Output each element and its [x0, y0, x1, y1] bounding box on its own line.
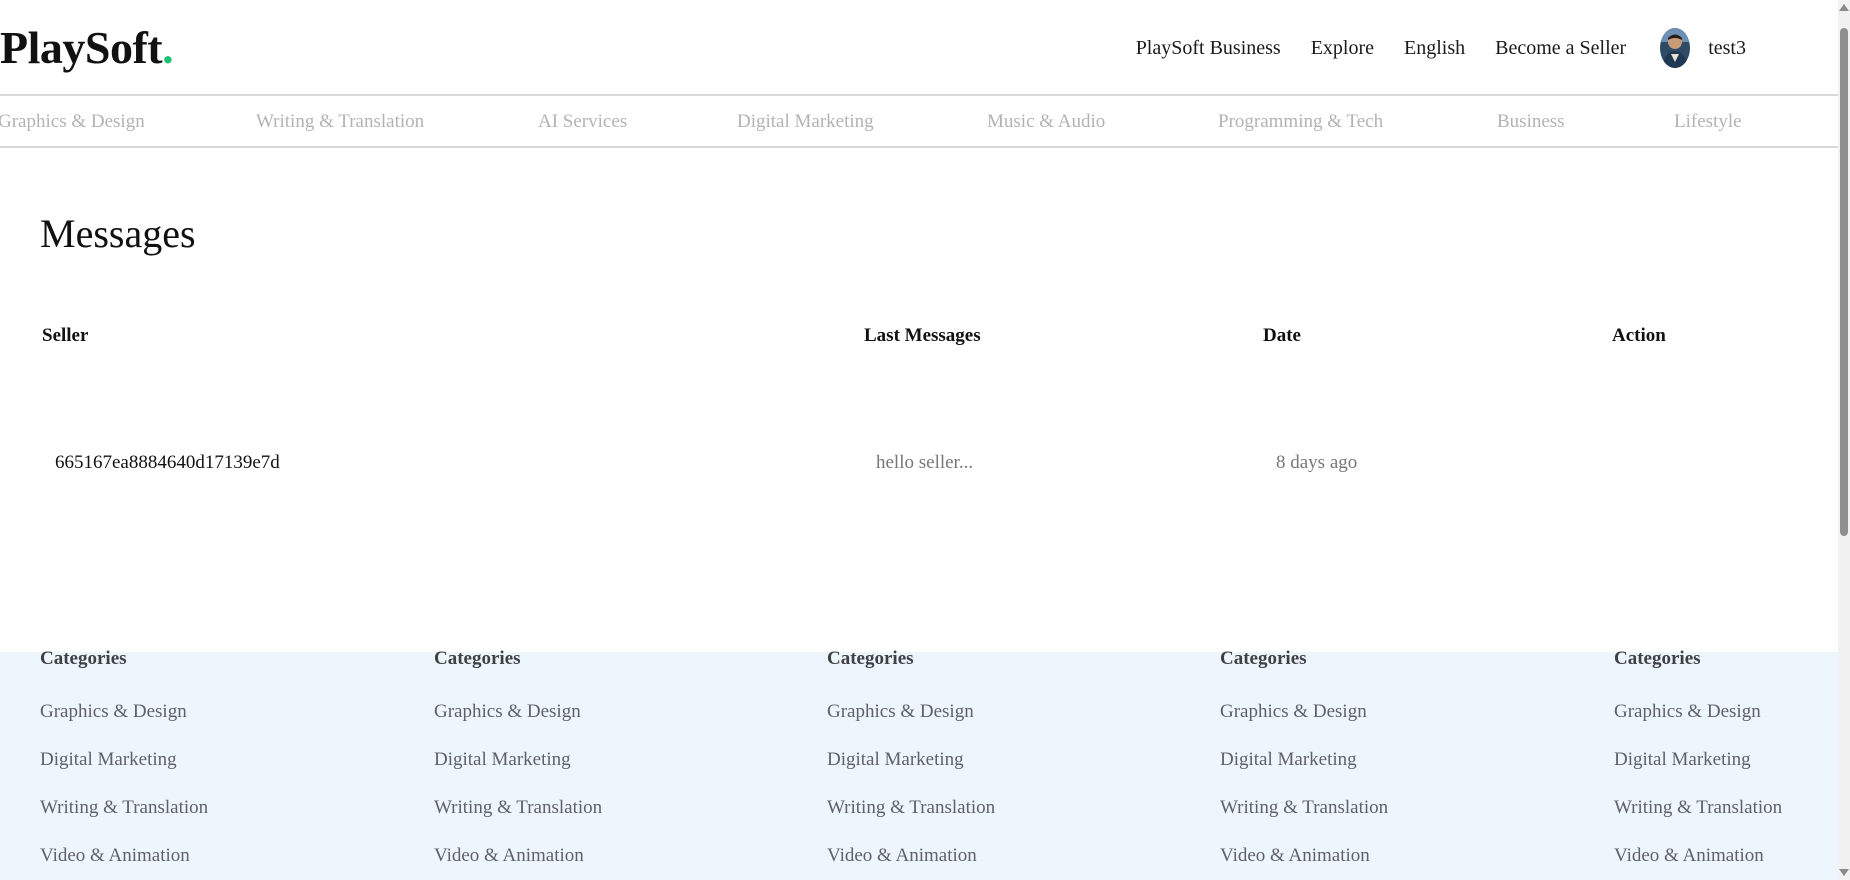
footer-link-digital-marketing[interactable]: Digital Marketing	[1614, 749, 1751, 771]
footer-heading: Categories	[434, 648, 521, 669]
column-header-action: Action	[1612, 325, 1666, 346]
user-avatar-icon	[1660, 28, 1691, 68]
nav-link-business[interactable]: PlaySoft Business	[1136, 37, 1281, 60]
category-music-audio[interactable]: Music & Audio	[987, 111, 1105, 133]
footer-link-graphics-design[interactable]: Graphics & Design	[1220, 701, 1367, 723]
nav-link-language[interactable]: English	[1404, 37, 1465, 60]
brand-logo[interactable]: PlaySoft.	[0, 22, 174, 74]
footer-link-writing-translation[interactable]: Writing & Translation	[40, 797, 208, 819]
footer-link-graphics-design[interactable]: Graphics & Design	[40, 701, 187, 723]
page-title: Messages	[40, 211, 196, 256]
footer-link-graphics-design[interactable]: Graphics & Design	[434, 701, 581, 723]
page: PlaySoft. PlaySoft Business Explore Engl…	[0, 0, 1850, 880]
column-header-last-messages: Last Messages	[864, 325, 981, 346]
scroll-down-arrow-icon[interactable]	[1839, 869, 1849, 876]
footer-heading: Categories	[40, 648, 127, 669]
footer-link-video-animation[interactable]: Video & Animation	[434, 845, 584, 867]
scrollbar-thumb[interactable]	[1840, 28, 1848, 536]
column-header-seller: Seller	[42, 325, 89, 346]
category-lifestyle[interactable]: Lifestyle	[1674, 111, 1742, 133]
brand-dot: .	[162, 22, 174, 73]
footer-link-writing-translation[interactable]: Writing & Translation	[1220, 797, 1388, 819]
nav-link-explore[interactable]: Explore	[1311, 37, 1374, 60]
footer-link-video-animation[interactable]: Video & Animation	[827, 845, 977, 867]
user-menu[interactable]: test3	[1660, 28, 1746, 68]
row-seller-id: 665167ea8884640d17139e7d	[55, 452, 280, 473]
footer-heading: Categories	[1220, 648, 1307, 669]
footer-link-digital-marketing[interactable]: Digital Marketing	[827, 749, 964, 771]
top-nav: PlaySoft Business Explore English Become…	[1136, 28, 1838, 68]
page-scrollbar[interactable]	[1838, 0, 1850, 880]
footer-link-writing-translation[interactable]: Writing & Translation	[1614, 797, 1782, 819]
username: test3	[1708, 36, 1746, 59]
footer-link-video-animation[interactable]: Video & Animation	[40, 845, 190, 867]
footer-link-writing-translation[interactable]: Writing & Translation	[827, 797, 995, 819]
top-header: PlaySoft. PlaySoft Business Explore Engl…	[0, 0, 1838, 96]
scroll-up-arrow-icon[interactable]	[1839, 4, 1849, 11]
category-programming-tech[interactable]: Programming & Tech	[1218, 111, 1383, 133]
category-ai-services[interactable]: AI Services	[538, 111, 627, 133]
footer-link-digital-marketing[interactable]: Digital Marketing	[40, 749, 177, 771]
footer-link-graphics-design[interactable]: Graphics & Design	[1614, 701, 1761, 723]
brand-name: PlaySoft	[0, 22, 163, 73]
row-date: 8 days ago	[1276, 452, 1358, 473]
footer-heading: Categories	[827, 648, 914, 669]
footer-link-digital-marketing[interactable]: Digital Marketing	[1220, 749, 1357, 771]
row-last-message: hello seller...	[876, 452, 974, 473]
nav-link-become-seller[interactable]: Become a Seller	[1495, 37, 1626, 60]
footer-link-graphics-design[interactable]: Graphics & Design	[827, 701, 974, 723]
footer-link-digital-marketing[interactable]: Digital Marketing	[434, 749, 571, 771]
category-writing-translation[interactable]: Writing & Translation	[256, 111, 424, 133]
category-graphics-design[interactable]: Graphics & Design	[0, 111, 145, 133]
footer-link-video-animation[interactable]: Video & Animation	[1220, 845, 1370, 867]
footer-heading: Categories	[1614, 648, 1701, 669]
category-bar: Graphics & Design Writing & Translation …	[0, 98, 1838, 148]
category-digital-marketing[interactable]: Digital Marketing	[737, 111, 874, 133]
column-header-date: Date	[1263, 325, 1301, 346]
footer-link-writing-translation[interactable]: Writing & Translation	[434, 797, 602, 819]
footer-link-video-animation[interactable]: Video & Animation	[1614, 845, 1764, 867]
category-business[interactable]: Business	[1497, 111, 1565, 133]
